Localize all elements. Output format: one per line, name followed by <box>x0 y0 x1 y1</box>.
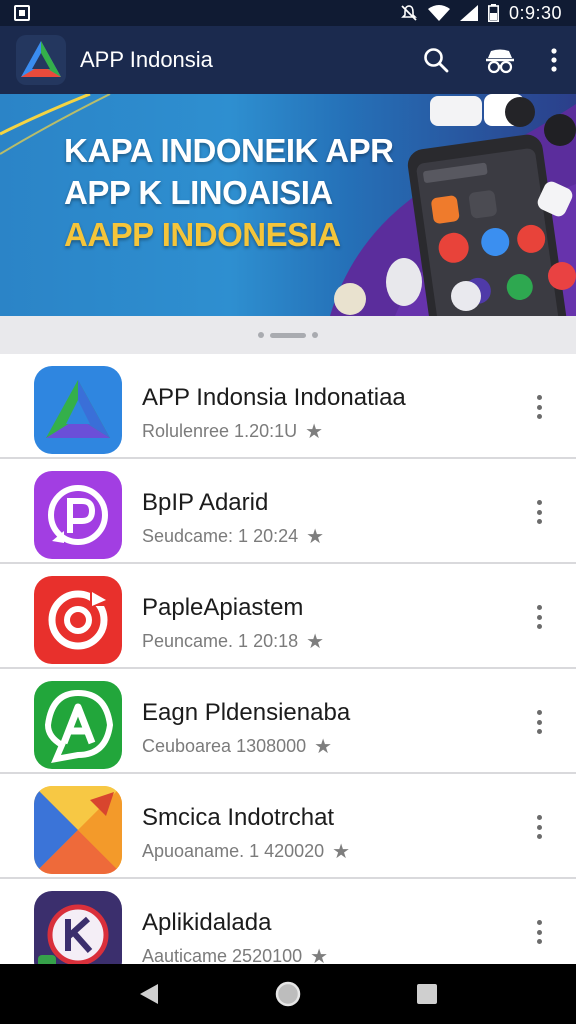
item-more-button[interactable] <box>528 812 550 842</box>
star-icon: ★ <box>314 735 333 758</box>
app-meta-text: Apuoaname. 1 420020 <box>142 841 325 861</box>
promo-banner[interactable]: KAPA INDONEIK APR APP K LINOAISIA AAPP I… <box>0 94 576 316</box>
app-logo-icon <box>16 35 66 85</box>
search-icon <box>424 48 449 73</box>
star-icon: ★ <box>306 630 325 653</box>
handle-dot <box>312 332 318 338</box>
app-meta-text: Ceuboarea 1308000 <box>142 736 307 756</box>
list-item[interactable]: Aplikidalada Aauticame 2520100 ★ <box>0 879 576 964</box>
app-meta-text: Peuncame. 1 20:18 <box>142 631 299 651</box>
app-meta-text: Seudcame: 1 20:24 <box>142 526 299 546</box>
status-time: 0:9:30 <box>508 2 562 23</box>
app-name: Aplikidalada <box>142 909 272 936</box>
list-item[interactable]: Eagn Pldensienaba Ceuboarea 1308000 ★ <box>0 669 576 774</box>
speech-p-icon <box>34 471 122 559</box>
k-circle-icon <box>34 891 122 964</box>
battery-icon <box>487 4 499 22</box>
app-meta: Aauticame 2520100 ★ <box>142 946 328 964</box>
app-name: APP Indonsia Indonatiaa <box>142 384 406 411</box>
folded-arrow-icon <box>34 786 122 874</box>
signal-icon <box>459 5 478 21</box>
app-meta: Seudcame: 1 20:24 ★ <box>142 526 324 547</box>
more-vertical-icon <box>551 48 557 72</box>
banner-line-3: AAPP INDONESIA <box>64 216 341 253</box>
app-meta: Peuncame. 1 20:18 ★ <box>142 631 324 652</box>
banner-line-1: KAPA INDONEIK APR <box>64 132 394 169</box>
prism-triangle-icon <box>34 366 122 454</box>
item-more-button[interactable] <box>528 707 550 737</box>
app-meta: Rolulenree 1.20:1U ★ <box>142 421 323 442</box>
back-icon <box>140 984 159 1004</box>
incognito-icon <box>486 49 514 74</box>
app-list: APP Indonsia Indonatiaa Rolulenree 1.20:… <box>0 354 576 964</box>
star-icon: ★ <box>310 945 329 965</box>
star-icon: ★ <box>306 525 325 548</box>
mute-icon <box>400 4 418 22</box>
recents-icon <box>416 984 437 1004</box>
recents-button[interactable] <box>407 974 447 1014</box>
list-item[interactable]: PapleApiastem Peuncame. 1 20:18 ★ <box>0 564 576 669</box>
app-name: Smcica Indotrchat <box>142 804 335 831</box>
app-meta: Apuoaname. 1 420020 ★ <box>142 841 350 862</box>
more-options-button[interactable] <box>532 26 576 94</box>
star-icon: ★ <box>305 420 324 443</box>
app-meta: Ceuboarea 1308000 ★ <box>142 736 332 757</box>
letter-a-bubble-icon <box>34 681 122 769</box>
item-more-button[interactable] <box>528 917 550 947</box>
refresh-circle-icon <box>34 576 122 664</box>
app-meta-text: Rolulenree 1.20:1U <box>142 421 298 441</box>
app-title: APP Indonsia <box>80 47 213 72</box>
home-button[interactable] <box>268 974 308 1014</box>
list-item[interactable]: Smcica Indotrchat Apuoaname. 1 420020 ★ <box>0 774 576 879</box>
app-meta-text: Aauticame 2520100 <box>142 946 303 964</box>
status-bar: 0:9:30 <box>0 0 576 26</box>
system-nav-bar <box>0 964 576 1024</box>
wifi-icon <box>427 5 450 21</box>
handle-dot <box>258 332 264 338</box>
search-button[interactable] <box>404 26 468 94</box>
item-more-button[interactable] <box>528 392 550 422</box>
handle-pill <box>270 332 306 338</box>
sheet-drag-handle[interactable] <box>0 316 576 354</box>
list-item[interactable]: BpIP Adarid Seudcame: 1 20:24 ★ <box>0 459 576 564</box>
back-button[interactable] <box>129 974 169 1014</box>
app-name: Eagn Pldensienaba <box>142 699 351 726</box>
screen: 0:9:30 APP Indonsia KAPA INDONEIK APR AP… <box>0 0 576 1024</box>
banner-line-2: APP K LINOAISIA <box>64 174 333 211</box>
app-name: PapleApiastem <box>142 594 304 621</box>
star-icon: ★ <box>332 840 351 863</box>
list-item[interactable]: APP Indonsia Indonatiaa Rolulenree 1.20:… <box>0 354 576 459</box>
app-name: BpIP Adarid <box>142 489 269 516</box>
notification-icon <box>14 5 30 21</box>
app-bar: APP Indonsia <box>0 26 576 94</box>
incognito-button[interactable] <box>468 26 532 94</box>
home-icon <box>275 981 301 1007</box>
item-more-button[interactable] <box>528 497 550 527</box>
item-more-button[interactable] <box>528 602 550 632</box>
